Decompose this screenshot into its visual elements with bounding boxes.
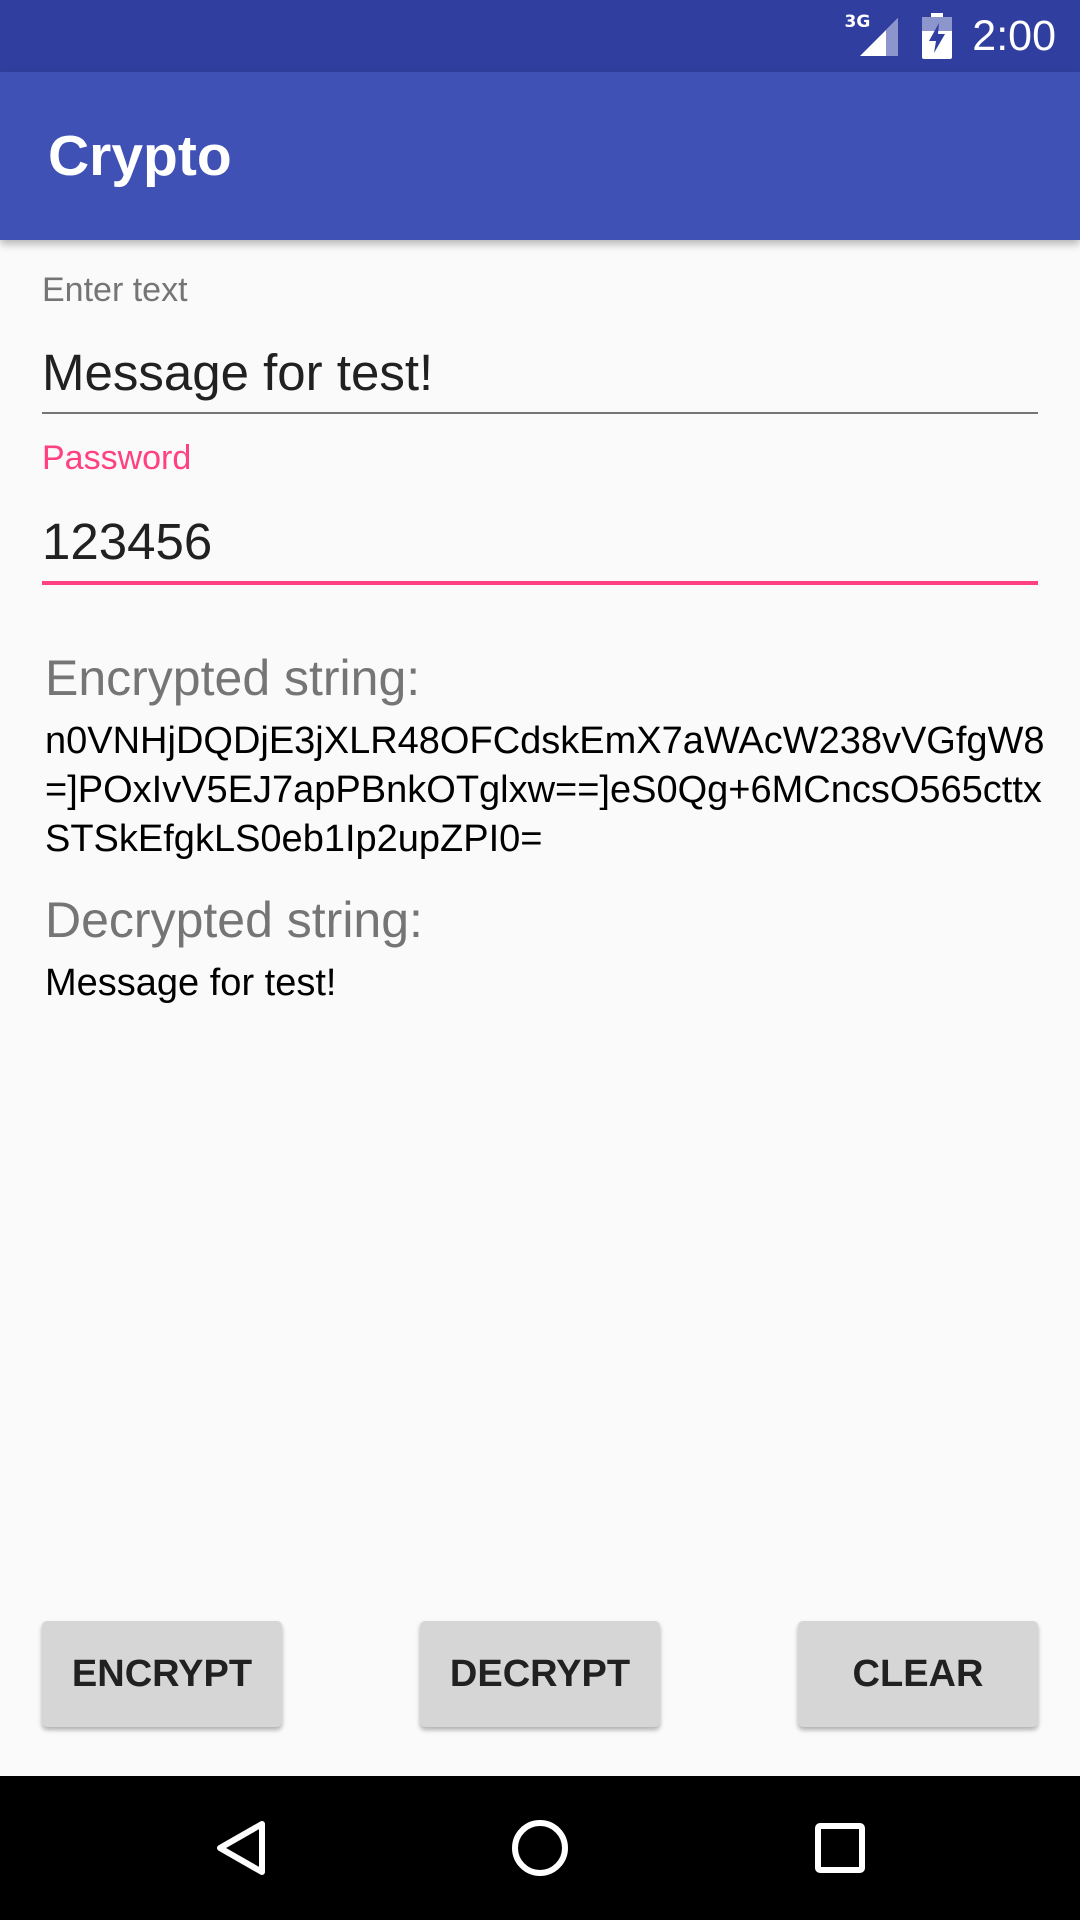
decrypted-title: Decrypted string: [45,892,423,948]
recents-square-icon[interactable] [804,1812,876,1884]
navigation-bar [0,1776,1080,1920]
encrypt-button[interactable]: ENCRYPT [42,1621,282,1727]
enter-text-input[interactable] [42,336,1038,408]
home-circle-icon[interactable] [504,1812,576,1884]
decrypt-button[interactable]: DECRYPT [420,1621,660,1727]
encrypted-title: Encrypted string: [45,650,421,706]
password-underline [42,581,1038,585]
battery-charging-icon [922,13,953,59]
network-type-label: 3G [844,12,871,32]
enter-text-label: Enter text [42,271,188,309]
status-bar: 3G 2:00 [0,0,1080,72]
status-icons: 3G 2:00 [845,0,1057,72]
status-clock: 2:00 [972,11,1056,60]
back-triangle-icon[interactable] [204,1812,276,1884]
encrypted-value: n0VNHjDQDjE3jXLR48OFCdskEmX7aWAcW238vVGf… [45,720,1045,860]
clear-button[interactable]: CLEAR [798,1621,1038,1727]
app-bar: Crypto [0,72,1080,240]
password-label: Password [42,439,192,477]
app-title: Crypto [48,124,232,188]
enter-text-underline [42,412,1038,414]
decrypted-value: Message for test! [45,962,337,1004]
password-input[interactable] [42,505,1038,577]
